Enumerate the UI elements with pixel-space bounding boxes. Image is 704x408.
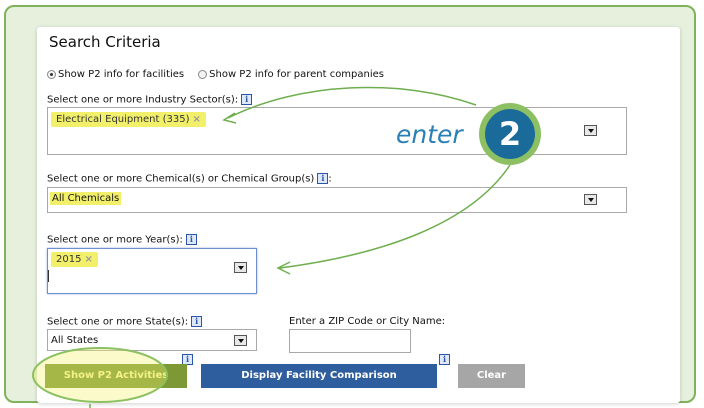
sector-tag: Electrical Equipment (335) × — [51, 112, 206, 127]
step-badge: 2 — [479, 103, 541, 165]
chemical-value-text: All Chemicals — [50, 192, 122, 205]
state-label: Select one or more State(s): i — [47, 316, 203, 328]
text-cursor — [48, 270, 49, 282]
chemical-label-text: Select one or more Chemical(s) or Chemic… — [47, 173, 315, 185]
radio-parents[interactable] — [198, 70, 208, 79]
zip-input[interactable] — [289, 329, 411, 353]
show-p2-activities-button[interactable]: Show P2 Activities — [45, 364, 187, 388]
info-icon[interactable]: i — [241, 94, 253, 105]
info-icon[interactable]: i — [185, 234, 197, 245]
search-criteria-panel: Search Criteria Show P2 info for facilit… — [37, 27, 680, 403]
year-tag-label: 2015 — [56, 254, 82, 265]
chemical-select[interactable]: All Chemicals — [47, 187, 627, 213]
remove-tag-icon[interactable]: × — [193, 114, 201, 125]
radio-option-parents[interactable]: Show P2 info for parent companies — [198, 69, 384, 80]
info-icon[interactable]: i — [439, 354, 450, 365]
enter-callout-text: enter — [396, 120, 463, 149]
chemical-value: All Chemicals — [50, 192, 122, 205]
info-icon[interactable]: i — [317, 173, 329, 184]
radio-option-facilities[interactable]: Show P2 info for facilities — [47, 69, 184, 80]
year-tag: 2015 × — [51, 252, 98, 267]
chevron-down-icon[interactable] — [234, 262, 247, 273]
chevron-down-icon[interactable] — [234, 335, 247, 346]
chevron-down-icon[interactable] — [584, 194, 597, 205]
clear-button[interactable]: Clear — [458, 364, 525, 388]
sector-label-text: Select one or more Industry Sector(s): — [47, 94, 239, 106]
radio-facilities-label: Show P2 info for facilities — [58, 69, 185, 80]
sector-tag-label: Electrical Equipment (335) — [56, 114, 190, 125]
year-label: Select one or more Year(s): i — [47, 234, 197, 246]
chemical-label-suffix: : — [328, 173, 332, 185]
state-label-text: Select one or more State(s): — [47, 316, 189, 328]
radio-parents-label: Show P2 info for parent companies — [209, 69, 385, 80]
remove-tag-icon[interactable]: × — [84, 254, 92, 265]
radio-facilities[interactable] — [47, 70, 56, 79]
chevron-down-icon[interactable] — [584, 125, 597, 136]
year-select[interactable]: 2015 × — [47, 248, 257, 294]
chemical-label: Select one or more Chemical(s) or Chemic… — [47, 173, 332, 185]
state-value: All States — [51, 335, 99, 346]
display-facility-comparison-button[interactable]: Display Facility Comparison — [201, 364, 437, 388]
info-icon[interactable]: i — [191, 316, 203, 327]
step-number: 2 — [485, 109, 535, 159]
sector-label: Select one or more Industry Sector(s): i — [47, 94, 253, 106]
display-mode-radio-group: Show P2 info for facilities Show P2 info… — [47, 69, 398, 80]
page-title: Search Criteria — [49, 33, 161, 51]
state-select[interactable]: All States — [47, 329, 257, 351]
zip-label: Enter a ZIP Code or City Name: — [289, 316, 446, 327]
year-label-text: Select one or more Year(s): — [47, 234, 183, 246]
